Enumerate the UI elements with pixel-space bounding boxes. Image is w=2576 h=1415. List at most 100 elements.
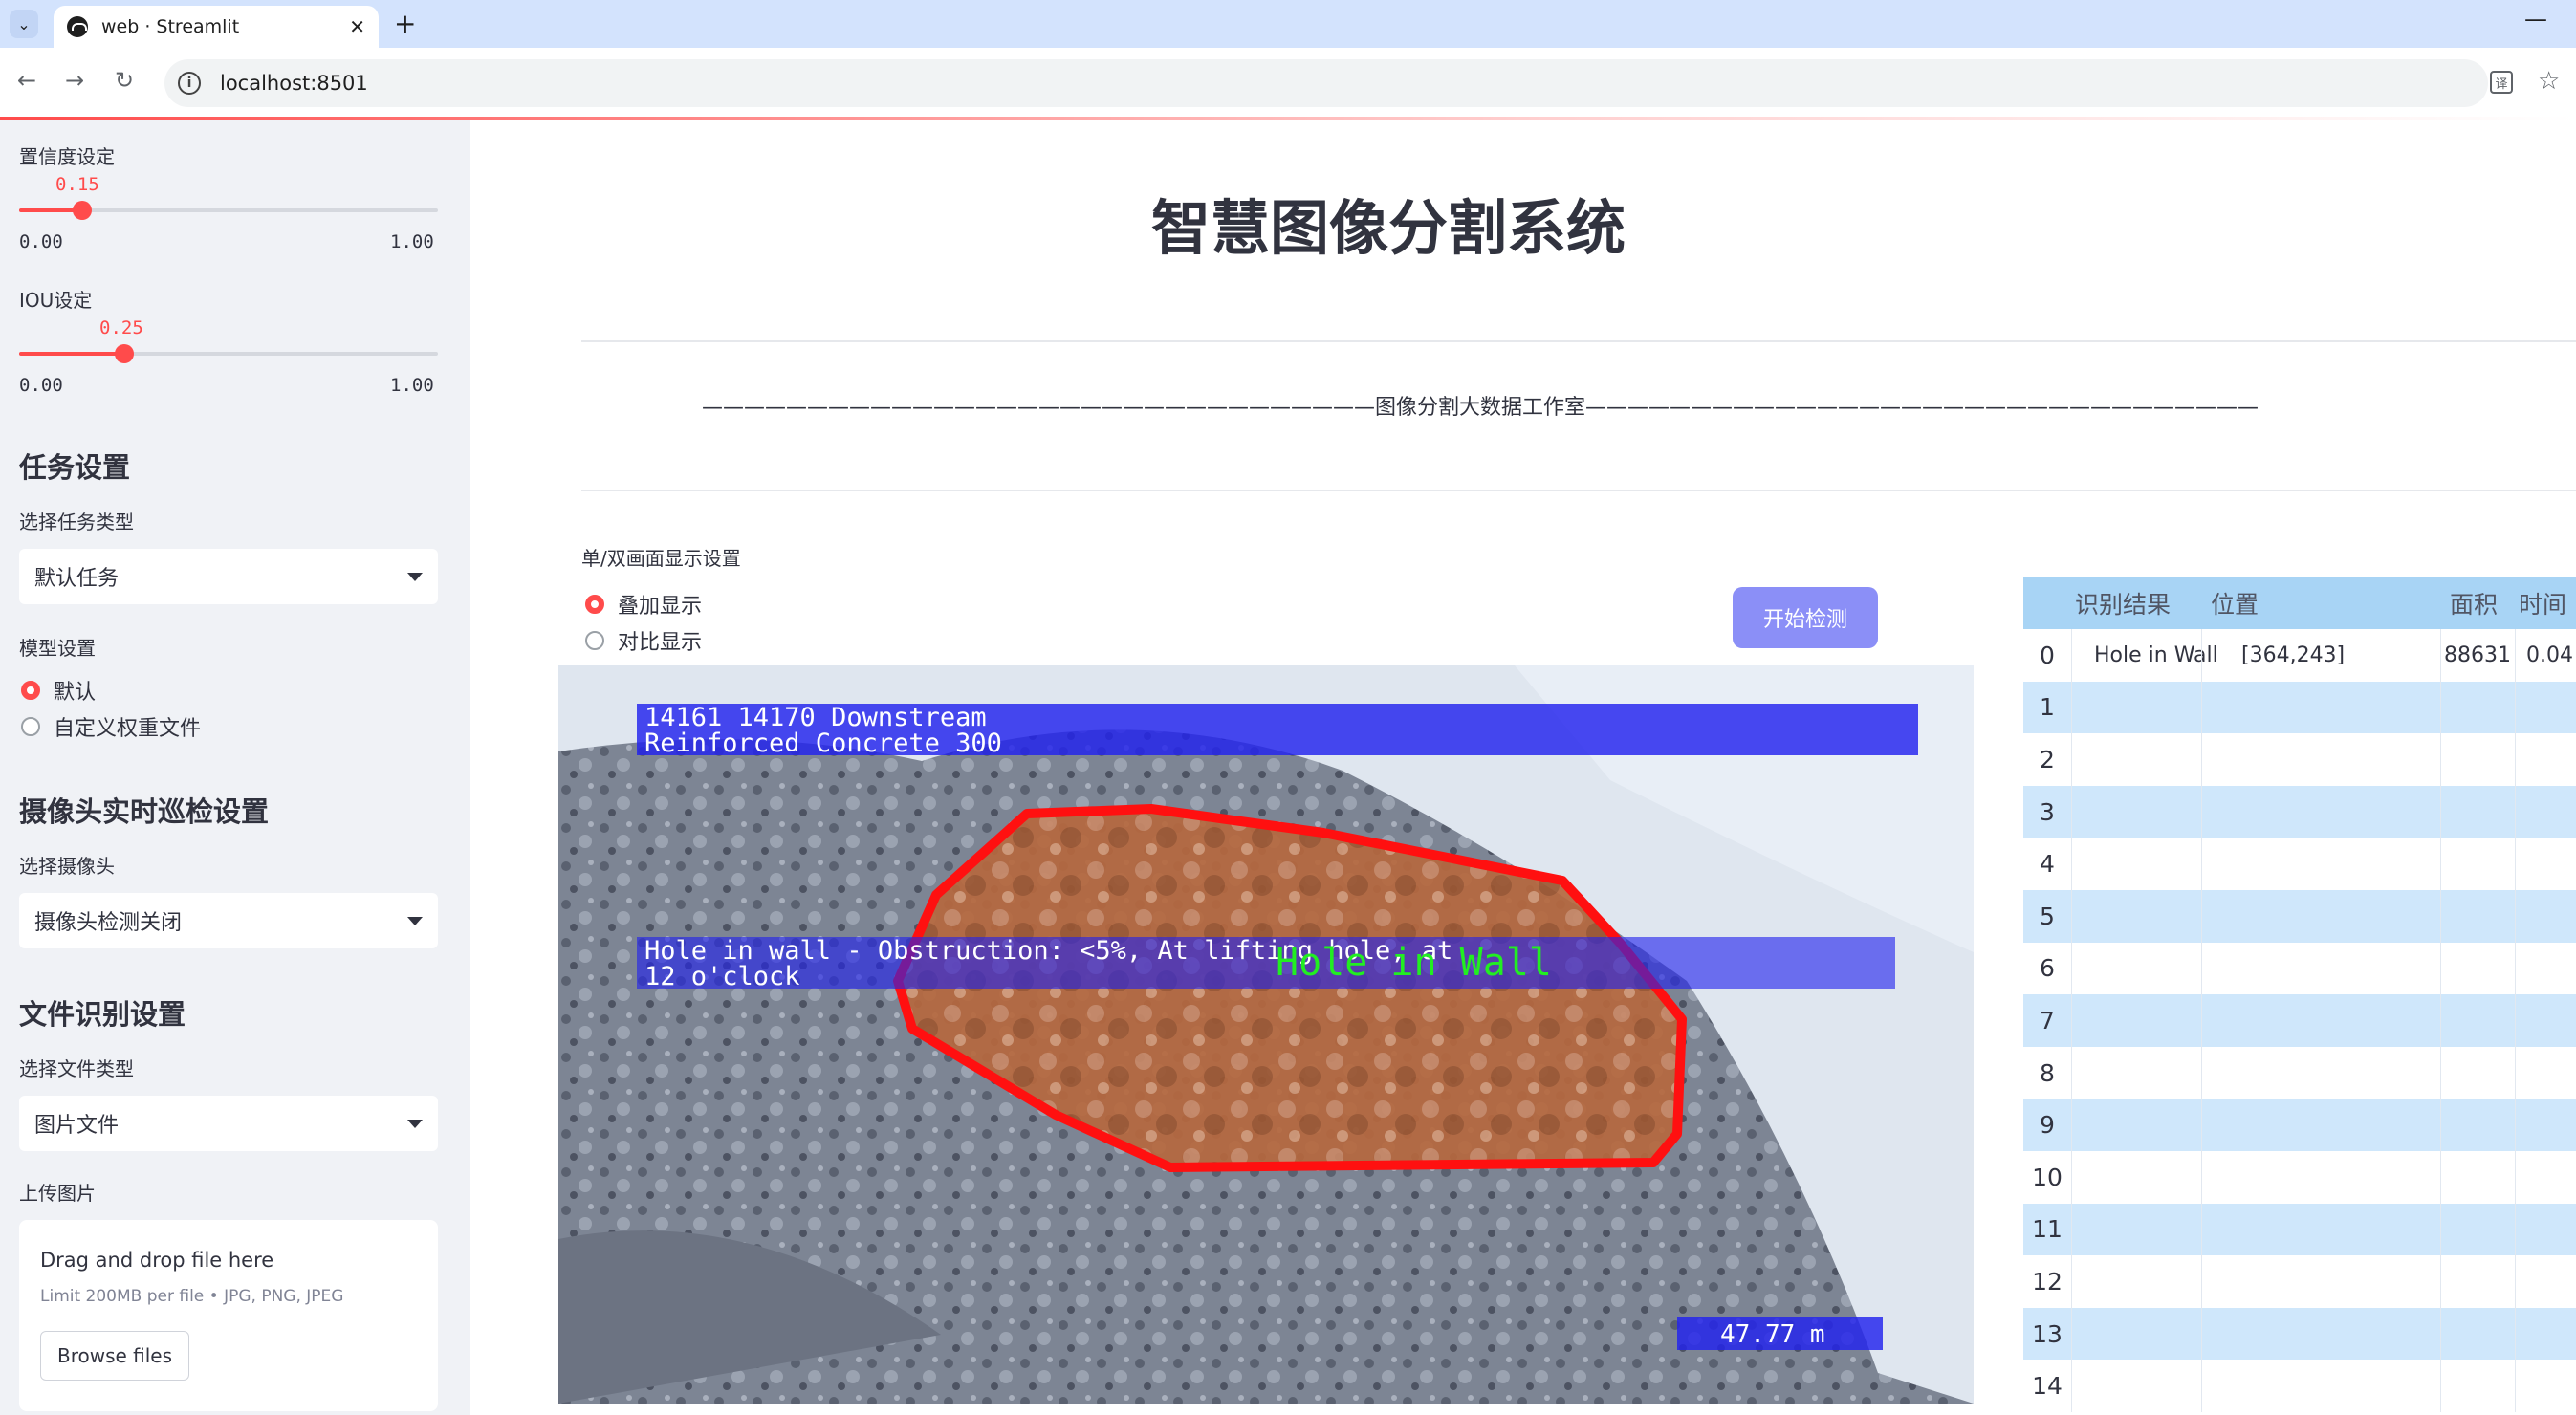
browse-files-button[interactable]: Browse files	[40, 1331, 189, 1381]
iou-min: 0.00	[19, 375, 63, 396]
row-index: 11	[2032, 1215, 2063, 1244]
chevron-down-icon	[407, 1119, 423, 1128]
cell-result: Hole in Wall	[2094, 642, 2218, 667]
detection-label: Hole in Wall	[1276, 941, 1552, 985]
header-area[interactable]: 面积	[2450, 577, 2498, 629]
tab-search-chevron-icon[interactable]: ⌄	[10, 10, 38, 38]
radio-selected-icon[interactable]	[585, 595, 604, 614]
iou-slider-fill	[19, 352, 124, 356]
site-info-icon[interactable]: i	[178, 72, 201, 95]
column-separator	[2515, 733, 2516, 786]
url-field[interactable]: i localhost:8501	[164, 59, 2488, 107]
table-row[interactable]: 8	[2023, 1046, 2576, 1099]
upload-label: 上传图片	[19, 1182, 96, 1205]
column-separator	[2071, 681, 2072, 734]
studio-subtitle: ————————————————————————————————图像分割大数据工…	[701, 396, 2259, 420]
start-detection-button[interactable]: 开始检测	[1733, 587, 1878, 648]
table-row[interactable]: 14	[2023, 1360, 2576, 1412]
column-separator	[2071, 785, 2072, 838]
table-row[interactable]: 1	[2023, 681, 2576, 734]
table-row[interactable]: 5	[2023, 890, 2576, 943]
table-row[interactable]: 0 Hole in Wall [364,243] 88631 0.04	[2023, 629, 2576, 682]
distance-readout: 47.77 m	[1720, 1320, 1825, 1349]
row-index: 12	[2032, 1267, 2063, 1295]
radio-selected-icon[interactable]	[21, 681, 40, 700]
confidence-slider-thumb[interactable]	[72, 201, 92, 220]
column-separator	[2071, 1255, 2072, 1308]
task-type-select[interactable]: 默认任务	[19, 549, 438, 604]
url-text: localhost:8501	[220, 72, 368, 95]
table-row[interactable]: 9	[2023, 1099, 2576, 1151]
iou-slider-thumb[interactable]	[114, 344, 134, 363]
column-separator	[2515, 1046, 2516, 1099]
row-index: 6	[2040, 954, 2055, 983]
column-separator	[2515, 1307, 2516, 1361]
display-mode-compare[interactable]: 对比显示	[585, 625, 702, 656]
column-separator	[2440, 1255, 2441, 1308]
cell-position: [364,243]	[2241, 642, 2346, 667]
column-separator	[2071, 942, 2072, 995]
row-index: 13	[2032, 1319, 2063, 1348]
table-row[interactable]: 3	[2023, 785, 2576, 838]
table-row[interactable]: 6	[2023, 942, 2576, 995]
column-separator	[2440, 838, 2441, 890]
radio-unselected-icon[interactable]	[21, 717, 40, 736]
column-separator	[2515, 681, 2516, 734]
camera-select[interactable]: 摄像头检测关闭	[19, 893, 438, 948]
column-separator	[2201, 1099, 2202, 1151]
column-separator	[2201, 890, 2202, 943]
display-mode-overlay[interactable]: 叠加显示	[585, 589, 702, 620]
table-row[interactable]: 10	[2023, 1151, 2576, 1204]
table-row[interactable]: 4	[2023, 838, 2576, 890]
table-row[interactable]: 13	[2023, 1307, 2576, 1361]
radio-unselected-icon[interactable]	[585, 631, 604, 650]
column-separator	[2440, 629, 2441, 682]
table-row[interactable]: 11	[2023, 1203, 2576, 1256]
streamlit-favicon-icon	[67, 16, 88, 37]
column-separator	[2515, 785, 2516, 838]
tab-close-icon[interactable]: ✕	[349, 15, 365, 38]
translate-icon[interactable]: 译	[2490, 71, 2513, 94]
header-position[interactable]: 位置	[2211, 577, 2259, 629]
column-separator	[2201, 1151, 2202, 1204]
column-separator	[2440, 890, 2441, 943]
confidence-slider[interactable]	[19, 201, 438, 220]
task-type-value: 默认任务	[34, 567, 120, 591]
minimize-window-icon[interactable]: —	[2524, 6, 2547, 33]
model-option-default[interactable]: 默认	[21, 675, 96, 706]
column-separator	[2201, 1203, 2202, 1256]
model-option-custom[interactable]: 自定义权重文件	[21, 711, 201, 742]
reload-icon[interactable]: ↻	[115, 67, 134, 94]
overlay-text-line4: 12 o'clock	[644, 962, 800, 991]
bookmark-star-icon[interactable]: ☆	[2538, 67, 2560, 96]
row-index: 7	[2040, 1006, 2055, 1034]
table-row[interactable]: 7	[2023, 994, 2576, 1047]
table-row[interactable]: 12	[2023, 1255, 2576, 1308]
column-separator	[2440, 1099, 2441, 1151]
column-separator	[2515, 1255, 2516, 1308]
column-separator	[2440, 1307, 2441, 1361]
header-result[interactable]: 识别结果	[2075, 577, 2171, 629]
browser-tab[interactable]: web · Streamlit ✕	[54, 6, 379, 48]
back-arrow-icon[interactable]: ←	[17, 67, 36, 94]
camera-select-value: 摄像头检测关闭	[34, 911, 183, 935]
file-dropzone[interactable]: Drag and drop file here Limit 200MB per …	[19, 1220, 438, 1411]
forward-arrow-icon[interactable]: →	[65, 67, 84, 94]
display-mode-label: 单/双画面显示设置	[581, 547, 741, 570]
header-time[interactable]: 时间	[2519, 577, 2566, 629]
table-row[interactable]: 2	[2023, 733, 2576, 786]
new-tab-icon[interactable]: +	[394, 8, 416, 39]
file-type-label: 选择文件类型	[19, 1057, 134, 1080]
iou-slider[interactable]	[19, 344, 438, 363]
file-settings-heading: 文件识别设置	[19, 998, 186, 1031]
iou-value: 0.25	[99, 317, 143, 338]
column-separator	[2515, 1360, 2516, 1412]
column-separator	[2071, 890, 2072, 943]
file-type-select[interactable]: 图片文件	[19, 1096, 438, 1151]
results-table[interactable]: 识别结果 位置 面积 时间 0 Hole in Wall [364,243] 8863…	[2023, 577, 2576, 1415]
result-image: 14161 14170 Downstream Reinforced Concre…	[558, 665, 1974, 1404]
column-separator	[2440, 994, 2441, 1047]
column-separator	[2201, 942, 2202, 995]
divider-bottom	[581, 490, 2576, 491]
column-separator	[2071, 733, 2072, 786]
